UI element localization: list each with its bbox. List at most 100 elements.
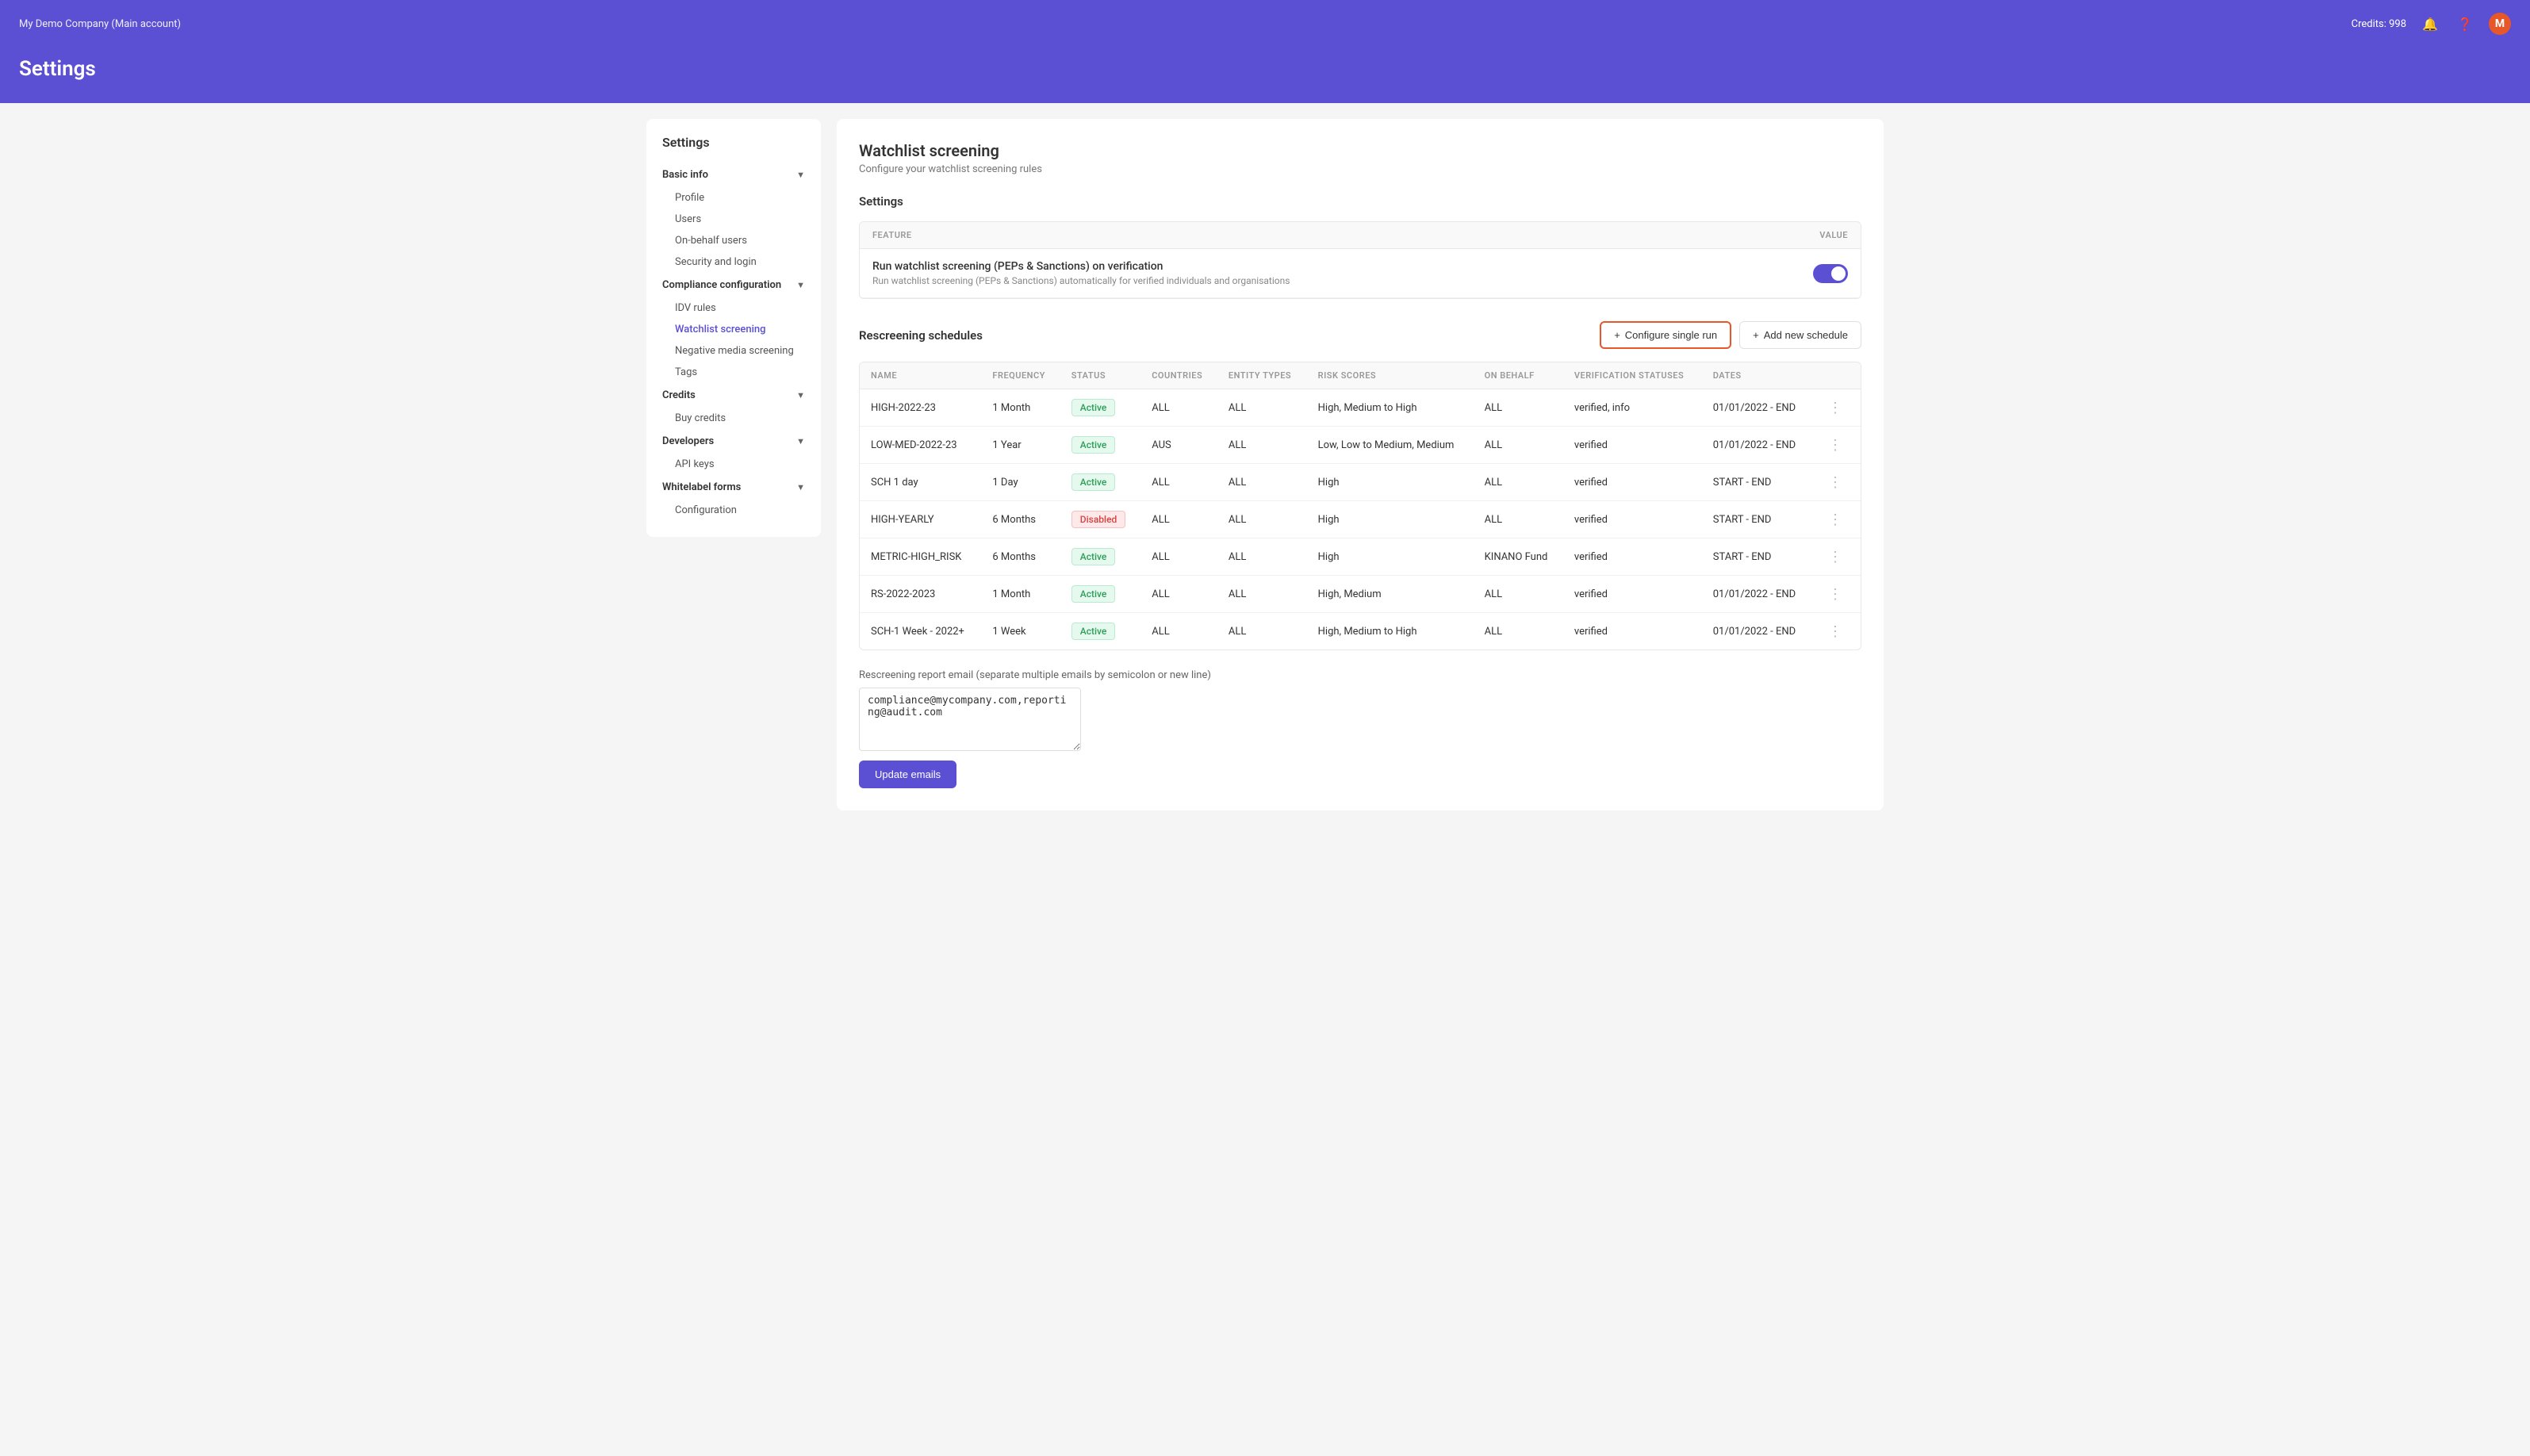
cell-dates: 01/01/2022 - END [1702,389,1812,427]
sidebar-item-buy-credits[interactable]: Buy credits [646,408,821,429]
row-menu-icon[interactable]: ⋮ [1823,623,1847,640]
chevron-down-icon: ▼ [796,482,805,492]
cell-entity-types: ALL [1217,576,1307,613]
col-risk-scores: RISK SCORES [1307,362,1474,389]
cell-verification-statuses: verified [1563,576,1702,613]
page-title: Settings [19,57,2511,81]
email-textarea[interactable]: compliance@mycompany.com,reporting@audit… [859,688,1081,751]
cell-risk-scores: High [1307,538,1474,576]
help-icon[interactable]: ❓ [2454,13,2476,35]
content-title: Watchlist screening [859,141,1861,160]
cell-verification-statuses: verified [1563,427,1702,464]
cell-verification-statuses: verified [1563,501,1702,538]
cell-dates: START - END [1702,538,1812,576]
cell-name: HIGH-YEARLY [860,501,981,538]
cell-dates: 01/01/2022 - END [1702,576,1812,613]
row-menu-icon[interactable]: ⋮ [1823,437,1847,454]
sidebar-section-compliance[interactable]: Compliance configuration ▼ [646,273,821,297]
cell-entity-types: ALL [1217,501,1307,538]
cell-status: Active [1060,427,1140,464]
row-menu-icon[interactable]: ⋮ [1823,586,1847,603]
cell-menu[interactable]: ⋮ [1812,427,1861,464]
sidebar-item-configuration[interactable]: Configuration [646,500,821,521]
chevron-down-icon: ▼ [796,390,805,400]
table-row: HIGH-2022-23 1 Month Active ALL ALL High… [860,389,1861,427]
cell-frequency: 6 Months [981,538,1060,576]
settings-feature-table: FEATURE VALUE Run watchlist screening (P… [859,221,1861,299]
status-badge: Active [1071,623,1116,640]
sidebar-section-label: Basic info [662,169,708,181]
cell-menu[interactable]: ⋮ [1812,389,1861,427]
cell-countries: ALL [1140,389,1217,427]
table-row: RS-2022-2023 1 Month Active ALL ALL High… [860,576,1861,613]
cell-dates: START - END [1702,501,1812,538]
row-menu-icon[interactable]: ⋮ [1823,400,1847,416]
sidebar-item-profile[interactable]: Profile [646,187,821,209]
cell-dates: START - END [1702,464,1812,501]
add-new-schedule-button[interactable]: + Add new schedule [1739,321,1861,349]
cell-name: RS-2022-2023 [860,576,981,613]
row-menu-icon[interactable]: ⋮ [1823,474,1847,491]
sidebar-item-watchlist-screening[interactable]: Watchlist screening [646,319,821,340]
rescreening-data-table: NAME FREQUENCY STATUS COUNTRIES ENTITY T… [860,362,1861,649]
cell-risk-scores: High [1307,464,1474,501]
feature-details: Run watchlist screening (PEPs & Sanction… [872,260,1753,286]
cell-frequency: 1 Year [981,427,1060,464]
cell-menu[interactable]: ⋮ [1812,464,1861,501]
table-row: METRIC-HIGH_RISK 6 Months Active ALL ALL… [860,538,1861,576]
row-menu-icon[interactable]: ⋮ [1823,512,1847,528]
cell-menu[interactable]: ⋮ [1812,501,1861,538]
chevron-down-icon: ▼ [796,436,805,446]
col-actions [1812,362,1861,389]
settings-table-row: Run watchlist screening (PEPs & Sanction… [860,249,1861,298]
sidebar-item-users[interactable]: Users [646,209,821,230]
col-dates: DATES [1702,362,1812,389]
cell-countries: ALL [1140,501,1217,538]
content-area: Watchlist screening Configure your watch… [837,119,1884,810]
cell-name: HIGH-2022-23 [860,389,981,427]
sidebar-section-whitelabel[interactable]: Whitelabel forms ▼ [646,475,821,500]
row-menu-icon[interactable]: ⋮ [1823,549,1847,565]
sidebar-section-label: Developers [662,435,714,447]
email-label: Rescreening report email (separate multi… [859,669,1861,681]
cell-on-behalf: KINANO Fund [1474,538,1563,576]
cell-entity-types: ALL [1217,389,1307,427]
page-header: Settings [0,48,2530,103]
sidebar-item-negative-media[interactable]: Negative media screening [646,340,821,362]
sidebar-item-on-behalf-users[interactable]: On-behalf users [646,230,821,251]
rescreening-table: NAME FREQUENCY STATUS COUNTRIES ENTITY T… [859,362,1861,650]
update-emails-button[interactable]: Update emails [859,761,956,788]
sidebar-section-basic-info[interactable]: Basic info ▼ [646,163,821,187]
sidebar-item-idv-rules[interactable]: IDV rules [646,297,821,319]
watchlist-toggle[interactable] [1813,264,1848,283]
cell-menu[interactable]: ⋮ [1812,613,1861,650]
bell-icon[interactable]: 🔔 [2419,13,2441,35]
cell-risk-scores: Low, Low to Medium, Medium [1307,427,1474,464]
cell-on-behalf: ALL [1474,464,1563,501]
avatar[interactable]: M [2489,13,2511,35]
content-subtitle: Configure your watchlist screening rules [859,163,1861,175]
top-nav-right: Credits: 998 🔔 ❓ M [2352,13,2511,35]
configure-single-run-button[interactable]: + Configure single run [1600,321,1731,349]
cell-frequency: 1 Week [981,613,1060,650]
sidebar-item-api-keys[interactable]: API keys [646,454,821,475]
cell-countries: ALL [1140,576,1217,613]
main-container: Settings Basic info ▼ Profile Users On-b… [631,103,1899,826]
sidebar-section-developers[interactable]: Developers ▼ [646,429,821,454]
col-frequency: FREQUENCY [981,362,1060,389]
cell-name: LOW-MED-2022-23 [860,427,981,464]
table-row: LOW-MED-2022-23 1 Year Active AUS ALL Lo… [860,427,1861,464]
settings-section-label: Settings [859,194,1861,209]
status-badge: Active [1071,399,1116,416]
cell-menu[interactable]: ⋮ [1812,538,1861,576]
cell-risk-scores: High, Medium [1307,576,1474,613]
feature-col-header: FEATURE [872,230,1753,240]
sidebar-item-security-login[interactable]: Security and login [646,251,821,273]
cell-menu[interactable]: ⋮ [1812,576,1861,613]
cell-frequency: 1 Month [981,389,1060,427]
sidebar-section-credits[interactable]: Credits ▼ [646,383,821,408]
cell-verification-statuses: verified [1563,613,1702,650]
settings-table-header: FEATURE VALUE [860,222,1861,249]
configure-button-label: Configure single run [1625,329,1717,341]
sidebar-item-tags[interactable]: Tags [646,362,821,383]
